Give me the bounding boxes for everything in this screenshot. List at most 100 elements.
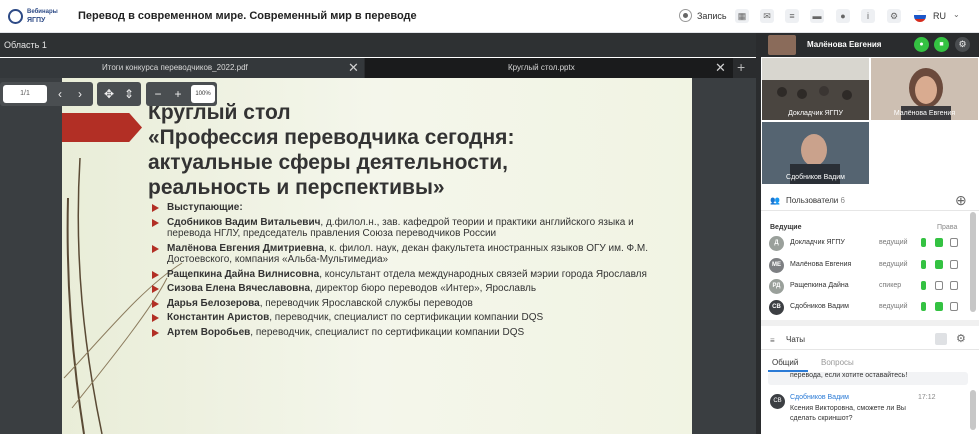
page-title: Перевод в современном мире. Современный … — [78, 10, 417, 22]
chevron-down-icon[interactable]: ⌄ — [953, 10, 960, 19]
microphone-icon[interactable] — [921, 260, 926, 269]
screen-share-icon[interactable] — [950, 302, 958, 311]
camera-off-icon[interactable] — [935, 281, 943, 290]
camera-icon[interactable]: ■ — [934, 37, 949, 52]
self-avatar — [768, 35, 796, 55]
camera-icon[interactable] — [935, 238, 943, 247]
close-icon[interactable]: ✕ — [715, 60, 726, 76]
folder-icon[interactable]: ▬ — [810, 9, 824, 23]
slide-title: Круглый стол «Профессия переводчика сего… — [148, 101, 515, 199]
avatar: Д — [769, 236, 784, 251]
presentation-stage: Круглый стол «Профессия переводчика сего… — [0, 78, 756, 434]
rights-label: Права — [937, 224, 958, 231]
users-scrollbar[interactable] — [970, 212, 976, 312]
close-icon[interactable]: ✕ — [348, 60, 359, 76]
language-selector[interactable]: RU — [933, 11, 946, 21]
add-tab-icon[interactable]: + — [737, 59, 745, 75]
avatar: СВ — [769, 300, 784, 315]
list-item: Малёнова Евгения Дмитриевна, к. филол. н… — [150, 243, 670, 266]
speakers-list: Выступающие: Сдобников Вадим Витальевич,… — [150, 202, 670, 341]
chat-list-icon: ≡ — [770, 336, 775, 345]
document-icon[interactable]: ≡ — [785, 9, 799, 23]
video-tile[interactable]: Докладчик ЯГПУ — [762, 58, 869, 120]
user-name: Докладчик ЯГПУ — [790, 239, 845, 246]
gear-icon[interactable]: ⚙ — [956, 332, 966, 345]
list-item: Выступающие: — [150, 202, 670, 214]
tab-general[interactable]: Общий — [772, 358, 798, 367]
user-row[interactable]: РД Ращепкина Дайна спикер — [761, 276, 971, 296]
gear-icon[interactable]: ⚙ — [955, 37, 970, 52]
layout-grid-icon[interactable]: ▦ — [735, 9, 749, 23]
message-author[interactable]: Сдобников Вадим — [790, 393, 849, 403]
workspace-area-bar: Область 1 — [0, 33, 756, 57]
screen-share-icon[interactable] — [950, 260, 958, 269]
zoom-toolbar: − + 100% — [146, 82, 217, 106]
chat-scrollbar[interactable] — [970, 390, 976, 430]
message-text: Ксения Викторовна, сможете ли Вы сделать… — [790, 405, 906, 422]
slide: Круглый стол «Профессия переводчика сего… — [62, 78, 692, 434]
logo[interactable]: Вебинары ЯГПУ — [8, 8, 58, 26]
add-user-icon[interactable]: ⊕ — [955, 192, 967, 209]
list-item: Дарья Белозерова, переводчик Ярославской… — [150, 298, 670, 310]
video-tile[interactable]: Сдобников Вадим — [762, 122, 869, 184]
record-icon[interactable] — [679, 9, 692, 22]
video-label: Сдобников Вадим — [786, 174, 845, 181]
info-icon[interactable]: i — [861, 9, 875, 23]
user-name: Малёнова Евгения — [790, 261, 852, 268]
logo-emblem-icon — [8, 9, 23, 24]
chat-export-icon[interactable] — [935, 333, 947, 345]
screen-share-icon[interactable] — [950, 281, 958, 290]
users-icon: 👥 — [770, 196, 780, 205]
user-name: Ращепкина Дайна — [790, 282, 849, 289]
list-item: Ращепкина Дайна Вилнисовна, консультант … — [150, 269, 670, 281]
logo-line2: ЯГПУ — [27, 17, 46, 24]
chevron-right-icon[interactable]: › — [71, 85, 89, 103]
user-role[interactable]: ведущий — [879, 239, 908, 246]
tab-label: Итоги конкурса переводчиков_2022.pdf — [102, 63, 248, 72]
user-row[interactable]: СВ Сдобников Вадим ведущий — [761, 297, 971, 317]
chevron-left-icon[interactable]: ‹ — [51, 85, 69, 103]
microphone-icon[interactable] — [921, 281, 926, 290]
title-accent-bar — [62, 113, 142, 142]
record-label[interactable]: Запись — [697, 11, 727, 21]
user-role[interactable]: ведущий — [879, 261, 908, 268]
fit-height-icon[interactable]: ⇕ — [120, 85, 138, 103]
hosts-label: Ведущие — [770, 224, 802, 231]
zoom-out-button[interactable]: − — [149, 85, 167, 103]
avatar: МЕ — [769, 258, 784, 273]
user-row[interactable]: МЕ Малёнова Евгения ведущий — [761, 255, 971, 275]
video-label: Докладчик ЯГПУ — [788, 110, 843, 117]
avatar: РД — [769, 279, 784, 294]
microphone-icon[interactable]: ● — [914, 37, 929, 52]
tab-label: Круглый стол.pptx — [508, 63, 575, 72]
tab-pptx[interactable]: Круглый стол.pptx ✕ — [365, 58, 733, 78]
fit-width-icon[interactable]: ✥ — [100, 85, 118, 103]
chat-icon[interactable]: ✉ — [760, 9, 774, 23]
zoom-level[interactable]: 100% — [191, 85, 215, 103]
list-item: Сизова Елена Вячеславовна, директор бюро… — [150, 283, 670, 295]
microphone-icon[interactable] — [921, 302, 926, 311]
zoom-in-button[interactable]: + — [169, 85, 187, 103]
section-resize-handle[interactable] — [761, 320, 979, 326]
screen-share-icon[interactable] — [950, 238, 958, 247]
page-indicator[interactable]: 1/1 — [3, 85, 47, 103]
tab-pdf[interactable]: Итоги конкурса переводчиков_2022.pdf ✕ — [0, 58, 364, 78]
self-name: Малёнова Евгения — [807, 40, 882, 49]
camera-icon[interactable] — [935, 302, 943, 311]
microphone-icon[interactable] — [921, 238, 926, 247]
list-item: Артем Воробьев, переводчик, специалист п… — [150, 327, 670, 339]
user-row[interactable]: Д Докладчик ЯГПУ ведущий — [761, 233, 971, 253]
russia-flag-icon[interactable] — [914, 10, 926, 22]
settings-icon[interactable]: ⚙ — [887, 9, 901, 23]
tab-questions[interactable]: Вопросы — [821, 358, 854, 367]
page-toolbar: 1/1 ‹ › — [0, 82, 93, 106]
fit-toolbar: ✥ ⇕ — [97, 82, 141, 106]
document-tabs: Итоги конкурса переводчиков_2022.pdf ✕ К… — [0, 58, 756, 78]
user-role[interactable]: спикер — [879, 282, 901, 289]
message-time: 17:12 — [918, 394, 936, 401]
user-role[interactable]: ведущий — [879, 303, 908, 310]
camera-icon[interactable] — [935, 260, 943, 269]
avatar: СВ — [770, 394, 785, 409]
video-tile[interactable]: Малёнова Евгения — [871, 58, 978, 120]
user-icon[interactable]: ● — [836, 9, 850, 23]
